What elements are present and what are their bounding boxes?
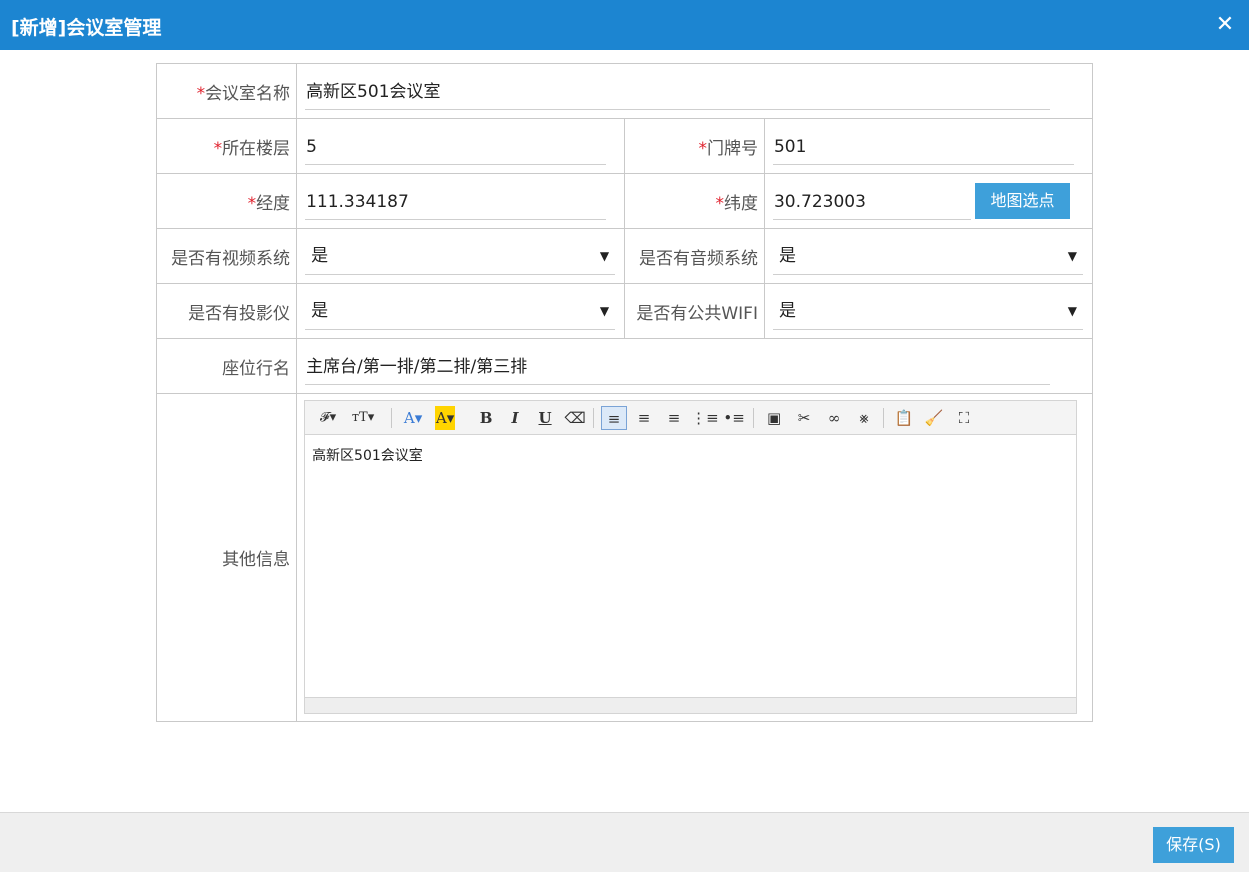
editor-content[interactable]: 高新区501会议室 xyxy=(305,436,1076,698)
seat-rows-label: 座位行名 xyxy=(155,338,298,394)
latitude-input[interactable]: 30.723003 xyxy=(772,184,971,220)
video-system-select[interactable]: 是 ▼ xyxy=(305,239,616,275)
save-button[interactable]: 保存(S) xyxy=(1153,827,1234,863)
font-color-icon[interactable]: A▾ xyxy=(400,406,426,430)
eraser-icon[interactable]: ⌫ xyxy=(562,406,588,430)
other-info-label: 其他信息 xyxy=(155,393,298,722)
insert-image-icon[interactable]: ▣ xyxy=(761,406,787,430)
map-pick-button[interactable]: 地图选点 xyxy=(974,183,1070,219)
floor-label: *所在楼层 xyxy=(155,118,298,174)
audio-system-label: 是否有音频系统 xyxy=(624,228,765,284)
seat-rows-input[interactable]: 主席台/第一排/第二排/第三排 xyxy=(305,349,1051,385)
toolbar-separator xyxy=(391,408,393,428)
room-name-label: *会议室名称 xyxy=(155,63,298,119)
public-wifi-label: 是否有公共WIFI xyxy=(624,283,765,339)
door-no-input[interactable]: 501 xyxy=(772,129,1074,165)
align-center-icon[interactable]: ≡ xyxy=(631,406,657,430)
dialog-titlebar: [新增]会议室管理 ✕ xyxy=(0,0,1249,50)
italic-icon[interactable]: I xyxy=(502,406,528,430)
toolbar-separator xyxy=(883,408,885,428)
video-system-label: 是否有视频系统 xyxy=(155,228,298,284)
door-no-label: *门牌号 xyxy=(624,118,765,174)
font-size-icon[interactable]: ᴛT▾ xyxy=(350,406,376,430)
cut-icon[interactable]: ✂ xyxy=(791,406,817,430)
floor-input[interactable]: 5 xyxy=(305,129,607,165)
projector-select[interactable]: 是 ▼ xyxy=(305,294,616,330)
editor-toolbar: 𝓕▾ ᴛT▾ A▾ A▾ B I U ⌫ ≡ ≡ ≡ ⋮≡ •≡ ▣ ✂ ∞ ⨳ 📋 🧹 ⛶ xyxy=(305,401,1077,435)
longitude-label: *经度 xyxy=(155,173,298,229)
chevron-down-icon: ▼ xyxy=(599,249,610,263)
chevron-down-icon: ▼ xyxy=(1067,304,1077,318)
clear-format-icon[interactable]: 🧹 xyxy=(921,406,947,430)
link-icon[interactable]: ∞ xyxy=(821,406,847,430)
dialog-footer: 保存(S) xyxy=(0,812,1249,872)
toolbar-separator xyxy=(753,408,755,428)
projector-label: 是否有投影仪 xyxy=(155,283,298,339)
align-right-icon[interactable]: ≡ xyxy=(661,406,687,430)
unlink-icon[interactable]: ⨳ xyxy=(851,406,877,430)
chevron-down-icon: ▼ xyxy=(599,304,610,318)
close-icon[interactable]: ✕ xyxy=(1213,11,1237,39)
font-family-icon[interactable]: 𝓕▾ xyxy=(315,406,341,430)
public-wifi-select[interactable]: 是 ▼ xyxy=(772,294,1083,330)
fullscreen-icon[interactable]: ⛶ xyxy=(951,406,977,430)
highlight-color-icon[interactable]: A▾ xyxy=(435,406,456,430)
editor-statusbar xyxy=(305,697,1077,713)
room-name-input[interactable]: 高新区501会议室 xyxy=(305,74,1051,110)
bold-icon[interactable]: B xyxy=(473,406,499,430)
align-left-icon[interactable]: ≡ xyxy=(601,406,628,430)
dialog-title: [新增]会议室管理 xyxy=(11,17,162,39)
audio-system-select[interactable]: 是 ▼ xyxy=(772,239,1083,275)
latitude-label: *纬度 xyxy=(624,173,765,229)
chevron-down-icon: ▼ xyxy=(1067,249,1077,263)
ordered-list-icon[interactable]: ⋮≡ xyxy=(691,406,719,430)
unordered-list-icon[interactable]: •≡ xyxy=(721,406,747,430)
toolbar-separator xyxy=(593,408,595,428)
paste-icon[interactable]: 📋 xyxy=(891,406,917,430)
rich-text-editor: 𝓕▾ ᴛT▾ A▾ A▾ B I U ⌫ ≡ ≡ ≡ ⋮≡ •≡ ▣ ✂ ∞ ⨳ 📋 🧹 ⛶ 高新区501会议室 xyxy=(304,400,1078,714)
longitude-input[interactable]: 111.334187 xyxy=(305,184,607,220)
room-form: *会议室名称 高新区501会议室 *所在楼层 5 *门牌号 501 *经度 11… xyxy=(155,63,1094,722)
underline-icon[interactable]: U xyxy=(532,406,558,430)
